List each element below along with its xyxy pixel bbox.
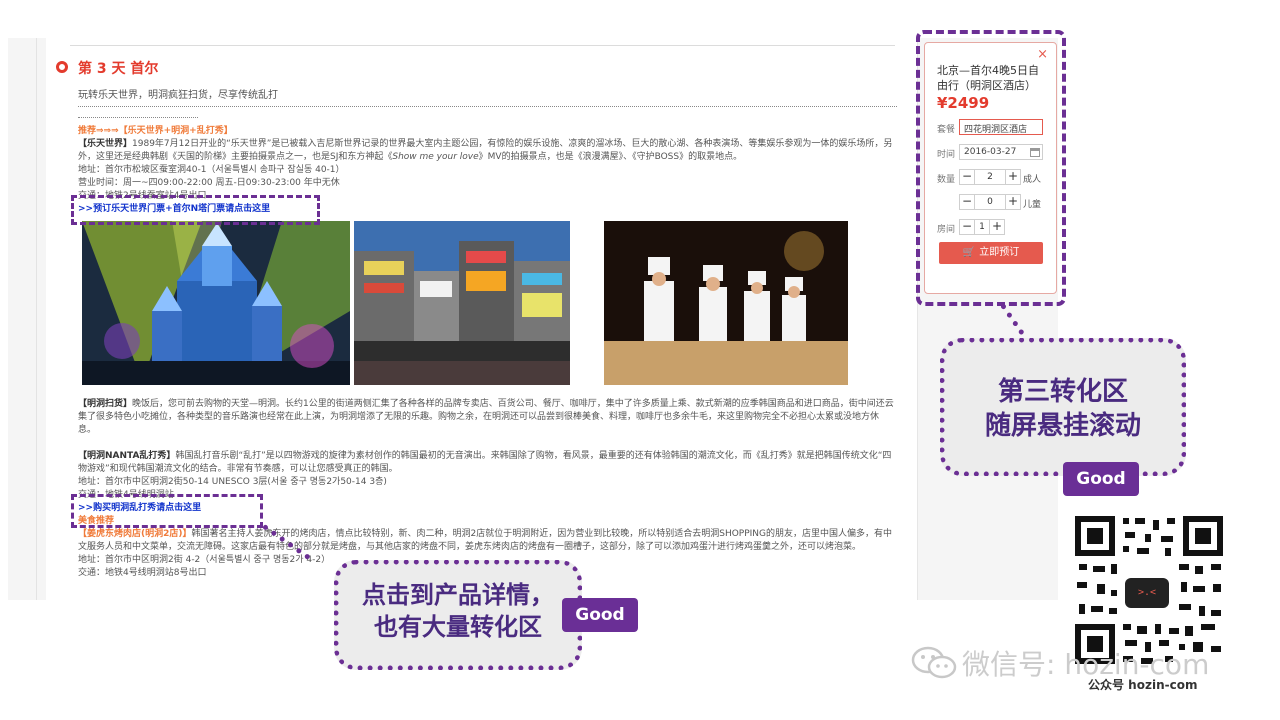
chefs-illustration	[604, 221, 848, 385]
myeongdong-paragraph: 【明洞扫货】晚饭后，您可前去购物的天堂—明洞。长约1公里的街道两侧汇集了各种各样…	[78, 398, 896, 437]
nanta-show-photo	[604, 221, 848, 385]
bbq-heading: 【姜虎东烤肉店(明洞2店)】	[78, 529, 192, 539]
left-callout-line2: 也有大量转化区	[374, 613, 542, 641]
myeongdong-heading: 【明洞扫货】	[78, 399, 133, 409]
bbq-transport: 交通：地铁4号线明洞站8号出口	[78, 568, 207, 578]
sticky-widget-highlight	[916, 30, 1066, 306]
dotted-divider	[78, 106, 897, 107]
dotted-divider-short	[78, 117, 198, 118]
lotte-text-b: 》MV的拍摄景点，也是《浪漫满屋》、《守护BOSS》的取景地点。	[478, 152, 743, 162]
right-callout-line1: 第三转化区	[997, 377, 1128, 407]
nanta-address: 地址：首尔市中区明洞2街50-14 UNESCO 3层(서울 중구 명동2가50…	[78, 477, 387, 487]
qr-logo-icon: >.<	[1125, 578, 1169, 608]
right-callout-line2: 随屏悬挂滚动	[984, 411, 1141, 441]
lotte-hours: 营业时间：周一~四09:00-22:00 周五-日09:30-23:00 年中无…	[78, 178, 340, 188]
left-callout: 点击到产品详情， 也有大量转化区	[334, 560, 582, 670]
street-illustration	[354, 221, 570, 385]
nanta-link-highlight	[71, 494, 263, 528]
bbq-address: 地址：首尔市中区明洞2街 4-2（서울특별시 중구 명동2가 4-2）	[78, 555, 331, 565]
lotte-song: Show me your love	[392, 152, 479, 162]
nanta-text: 韩国乱打音乐剧“乱打”是以四物游戏的旋律为素材创作的韩国最初的无音演出。来韩国除…	[78, 451, 892, 474]
lotte-heading: 【乐天世界】	[78, 139, 133, 149]
lotte-link-highlight	[71, 195, 320, 225]
wechat-icon	[911, 646, 957, 679]
divider	[70, 45, 895, 46]
good-badge-left: Good	[562, 598, 638, 632]
qr-code: >.<	[1075, 516, 1223, 664]
account-watermark: 公众号 hozin-com	[1088, 678, 1198, 692]
castle-illustration	[82, 221, 350, 385]
bbq-text: 韩国著名主持人姜虎东开的烤肉店，情点比较特别，新、肉二种，明洞2店就位于明洞附近…	[78, 529, 893, 552]
nanta-heading: 【明洞NANTA乱打秀】	[78, 451, 176, 461]
myeongdong-text: 晚饭后，您可前去购物的天堂—明洞。长约1公里的街道两侧汇集了各种各样的品牌专卖店…	[78, 399, 894, 435]
day-subtitle: 玩转乐天世界，明洞疯狂扫货，尽享传统乱打	[78, 90, 278, 101]
lotte-address: 地址：首尔市松坡区蚕室洞40-1（서울특별시 송파구 잠실동 40-1）	[78, 165, 345, 175]
right-callout: 第三转化区 随屏悬挂滚动	[940, 338, 1186, 476]
day-title: 第 3 天 首尔	[78, 61, 159, 77]
good-badge-right: Good	[1063, 462, 1139, 496]
left-callout-line1: 点击到产品详情，	[362, 581, 554, 609]
lotte-world-photo	[82, 221, 350, 385]
left-rail	[36, 38, 37, 600]
day-marker-icon	[56, 61, 68, 73]
recommend-line: 推荐⇒⇒⇒【乐天世界+明洞+乱打秀】	[78, 126, 233, 136]
myeongdong-photo	[354, 221, 570, 385]
